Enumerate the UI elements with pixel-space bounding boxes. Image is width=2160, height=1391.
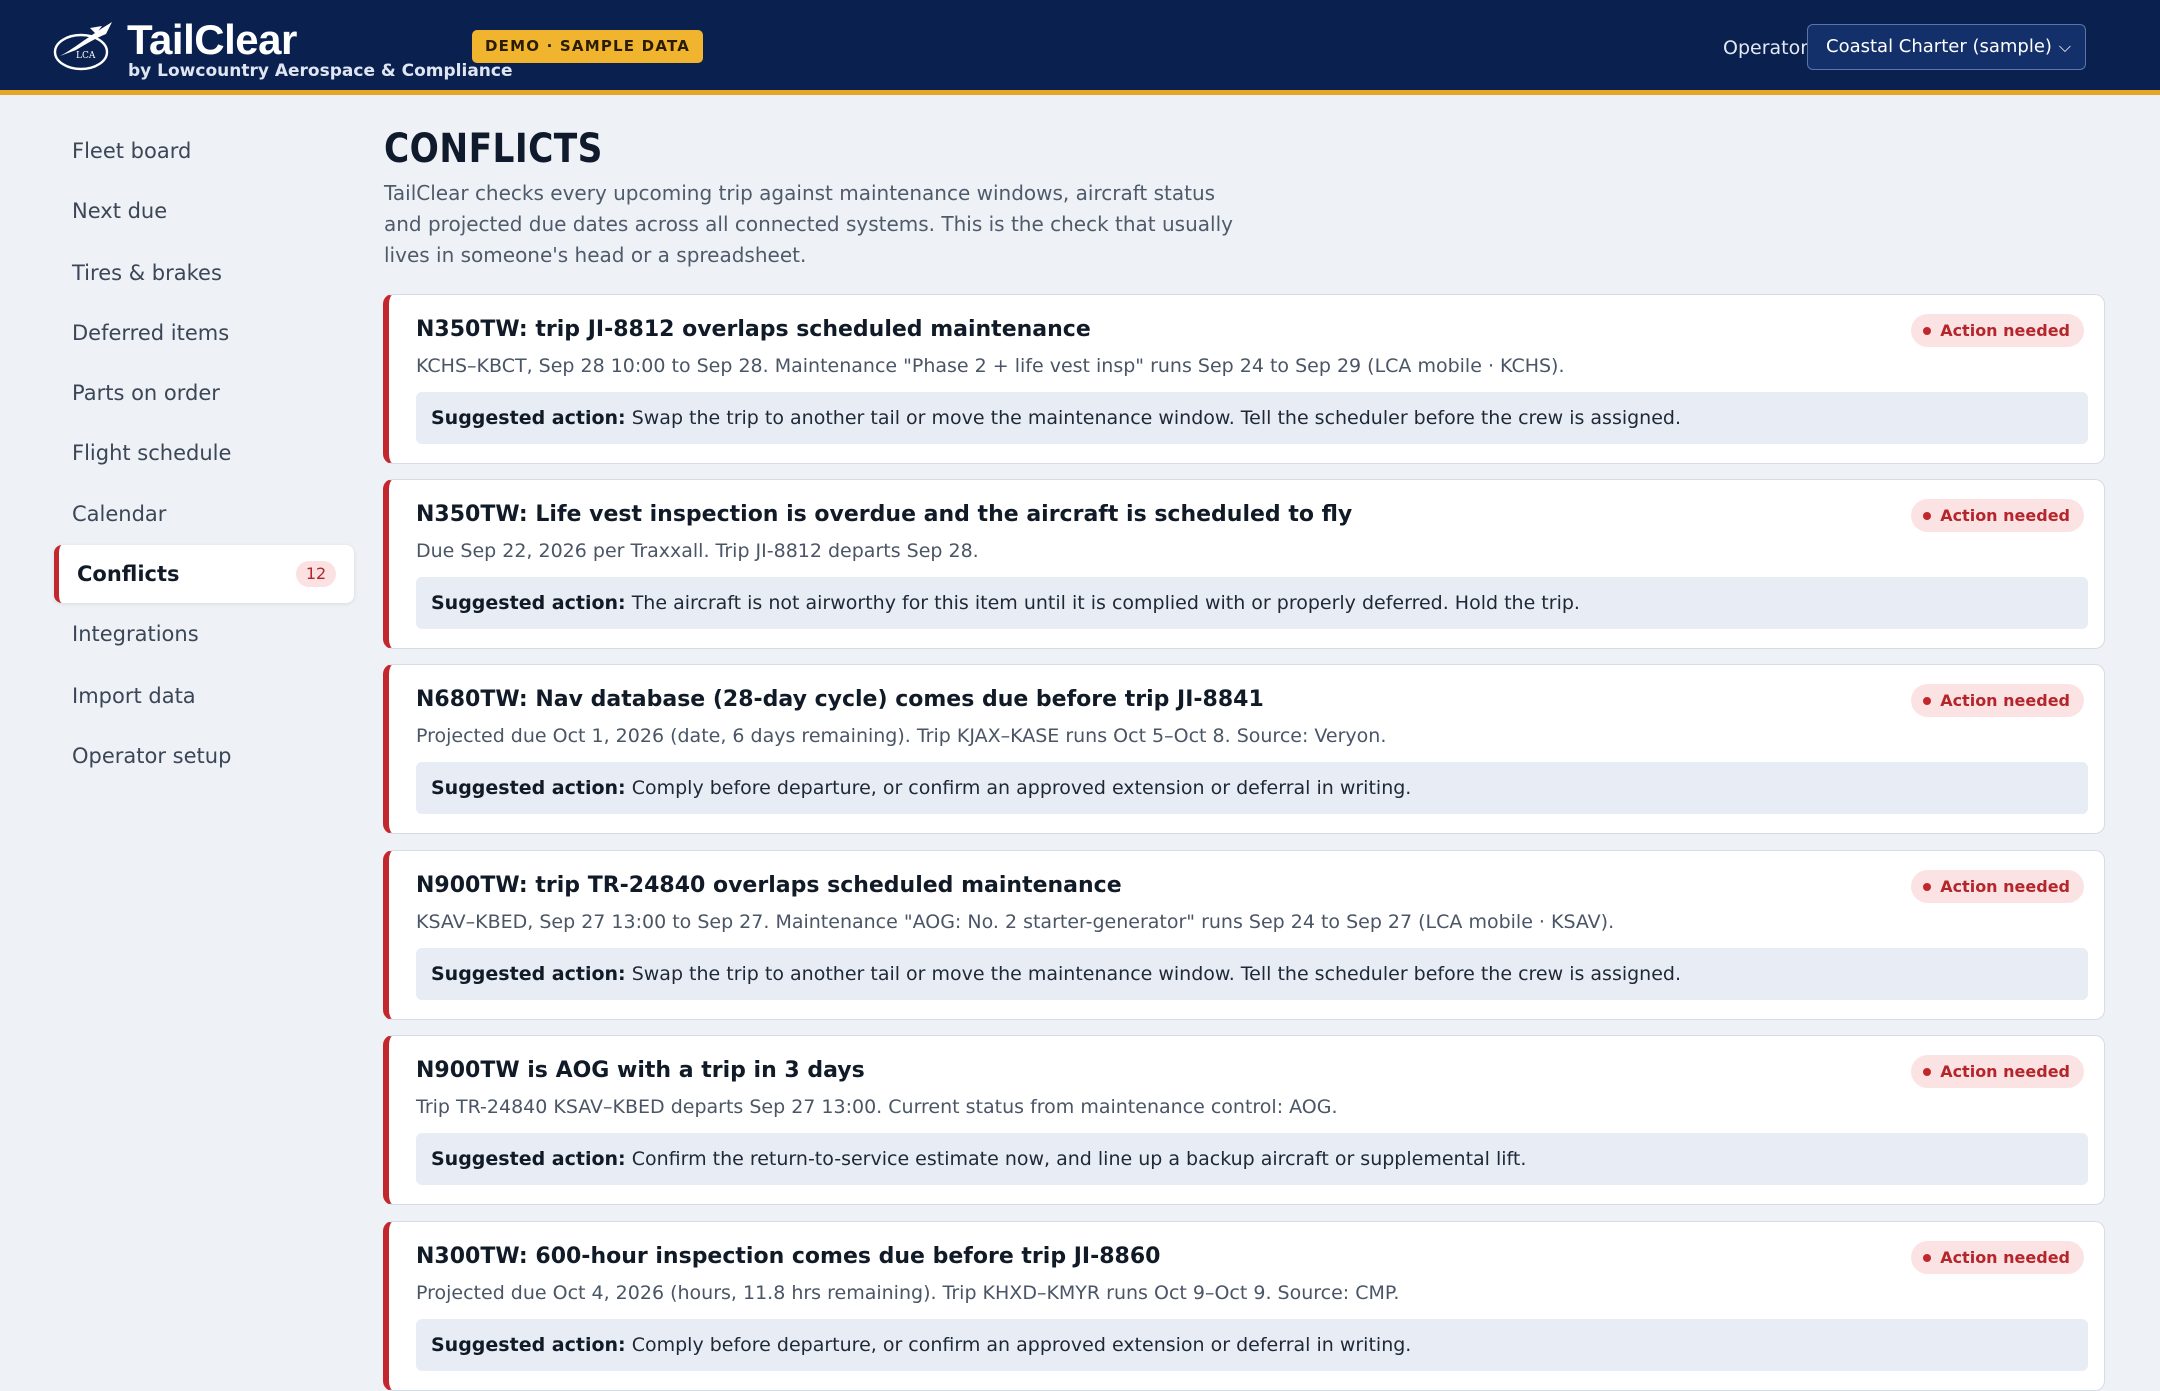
sidebar-item-integrations[interactable]: Integrations xyxy=(72,614,199,654)
logo-text: LCA xyxy=(76,51,96,61)
suggested-action-text: Swap the trip to another tail or move th… xyxy=(631,963,1682,985)
conflict-card[interactable]: N350TW: trip JI-8812 overlaps scheduled … xyxy=(383,294,2105,464)
suggested-action-label: Suggested action: xyxy=(431,777,626,799)
alert-dot-icon xyxy=(1923,697,1932,705)
plane-logo-icon[interactable]: LCA xyxy=(52,20,114,74)
conflict-title: N350TW: trip JI-8812 overlaps scheduled … xyxy=(416,317,1091,342)
sidebar-item-tires-brakes[interactable]: Tires & brakes xyxy=(72,253,222,293)
suggested-action-label: Suggested action: xyxy=(431,963,626,985)
sidebar-item-parts-on-order[interactable]: Parts on order xyxy=(72,373,220,413)
suggested-action-label: Suggested action: xyxy=(431,407,626,429)
suggested-action: Suggested action: Swap the trip to anoth… xyxy=(416,392,2088,444)
sidebar-item-label: Conflicts xyxy=(77,562,180,586)
conflict-detail: Projected due Oct 4, 2026 (hours, 11.8 h… xyxy=(416,1282,1400,1304)
sidebar-item-calendar[interactable]: Calendar xyxy=(72,494,166,534)
sidebar-item-fleet-board[interactable]: Fleet board xyxy=(72,131,191,171)
sidebar-item-import-data[interactable]: Import data xyxy=(72,676,196,716)
operator-label: Operator xyxy=(1723,37,1809,59)
conflict-card[interactable]: N900TW is AOG with a trip in 3 days Trip… xyxy=(383,1035,2105,1205)
operator-select-value: Coastal Charter (sample) xyxy=(1826,36,2052,57)
page-title: CONFLICTS xyxy=(384,126,603,172)
conflict-title: N900TW is AOG with a trip in 3 days xyxy=(416,1058,865,1083)
alert-dot-icon xyxy=(1923,883,1932,891)
conflict-card[interactable]: N300TW: 600-hour inspection comes due be… xyxy=(383,1221,2105,1391)
conflict-detail: Due Sep 22, 2026 per Traxxall. Trip JI-8… xyxy=(416,540,979,562)
app-name[interactable]: TailClear xyxy=(127,16,297,64)
suggested-action-text: Confirm the return-to-service estimate n… xyxy=(631,1148,1527,1170)
top-bar: LCA TailClear by Lowcountry Aerospace & … xyxy=(0,0,2160,95)
suggested-action-text: Swap the trip to another tail or move th… xyxy=(631,407,1682,429)
sidebar-item-conflicts[interactable]: Conflicts 12 xyxy=(54,545,354,603)
status-badge: Action needed xyxy=(1911,1055,2084,1088)
chevron-down-icon: ⌵ xyxy=(2058,37,2071,56)
suggested-action-text: Comply before departure, or confirm an a… xyxy=(631,1334,1412,1356)
suggested-action: Suggested action: Comply before departur… xyxy=(416,762,2088,814)
suggested-action-label: Suggested action: xyxy=(431,1148,626,1170)
conflict-title: N300TW: 600-hour inspection comes due be… xyxy=(416,1244,1161,1269)
conflict-detail: Projected due Oct 1, 2026 (date, 6 days … xyxy=(416,725,1387,747)
sidebar-item-flight-schedule[interactable]: Flight schedule xyxy=(72,433,231,473)
conflict-card[interactable]: N350TW: Life vest inspection is overdue … xyxy=(383,479,2105,649)
conflict-title: N350TW: Life vest inspection is overdue … xyxy=(416,502,1353,527)
status-badge: Action needed xyxy=(1911,1241,2084,1274)
conflict-detail: KSAV–KBED, Sep 27 13:00 to Sep 27. Maint… xyxy=(416,911,1615,933)
alert-dot-icon xyxy=(1923,327,1932,335)
status-badge: Action needed xyxy=(1911,499,2084,532)
alert-dot-icon xyxy=(1923,1068,1932,1076)
suggested-action-label: Suggested action: xyxy=(431,1334,626,1356)
sidebar-item-next-due[interactable]: Next due xyxy=(72,191,167,231)
demo-badge: DEMO · SAMPLE DATA xyxy=(472,30,704,63)
alert-dot-icon xyxy=(1923,512,1932,520)
conflicts-count-badge: 12 xyxy=(296,561,336,587)
suggested-action: Suggested action: Comply before departur… xyxy=(416,1319,2088,1371)
sidebar-item-deferred-items[interactable]: Deferred items xyxy=(72,313,229,353)
status-badge: Action needed xyxy=(1911,314,2084,347)
conflict-detail: Trip TR-24840 KSAV–KBED departs Sep 27 1… xyxy=(416,1096,1338,1118)
status-badge: Action needed xyxy=(1911,684,2084,717)
app-subtitle: by Lowcountry Aerospace & Compliance xyxy=(128,61,513,81)
suggested-action: Suggested action: The aircraft is not ai… xyxy=(416,577,2088,629)
sidebar-item-operator-setup[interactable]: Operator setup xyxy=(72,736,231,776)
alert-dot-icon xyxy=(1923,1254,1932,1262)
suggested-action: Suggested action: Swap the trip to anoth… xyxy=(416,948,2088,1000)
conflict-card[interactable]: N680TW: Nav database (28-day cycle) come… xyxy=(383,664,2105,834)
suggested-action-text: Comply before departure, or confirm an a… xyxy=(631,777,1412,799)
conflict-card[interactable]: N900TW: trip TR-24840 overlaps scheduled… xyxy=(383,850,2105,1020)
operator-select[interactable]: Coastal Charter (sample) ⌵ xyxy=(1807,24,2086,70)
status-badge: Action needed xyxy=(1911,870,2084,903)
suggested-action-text: The aircraft is not airworthy for this i… xyxy=(631,592,1580,614)
suggested-action: Suggested action: Confirm the return-to-… xyxy=(416,1133,2088,1185)
conflict-detail: KCHS–KBCT, Sep 28 10:00 to Sep 28. Maint… xyxy=(416,355,1565,377)
page-intro: TailClear checks every upcoming trip aga… xyxy=(384,181,1233,267)
conflict-title: N900TW: trip TR-24840 overlaps scheduled… xyxy=(416,873,1122,898)
suggested-action-label: Suggested action: xyxy=(431,592,626,614)
conflict-title: N680TW: Nav database (28-day cycle) come… xyxy=(416,687,1264,712)
